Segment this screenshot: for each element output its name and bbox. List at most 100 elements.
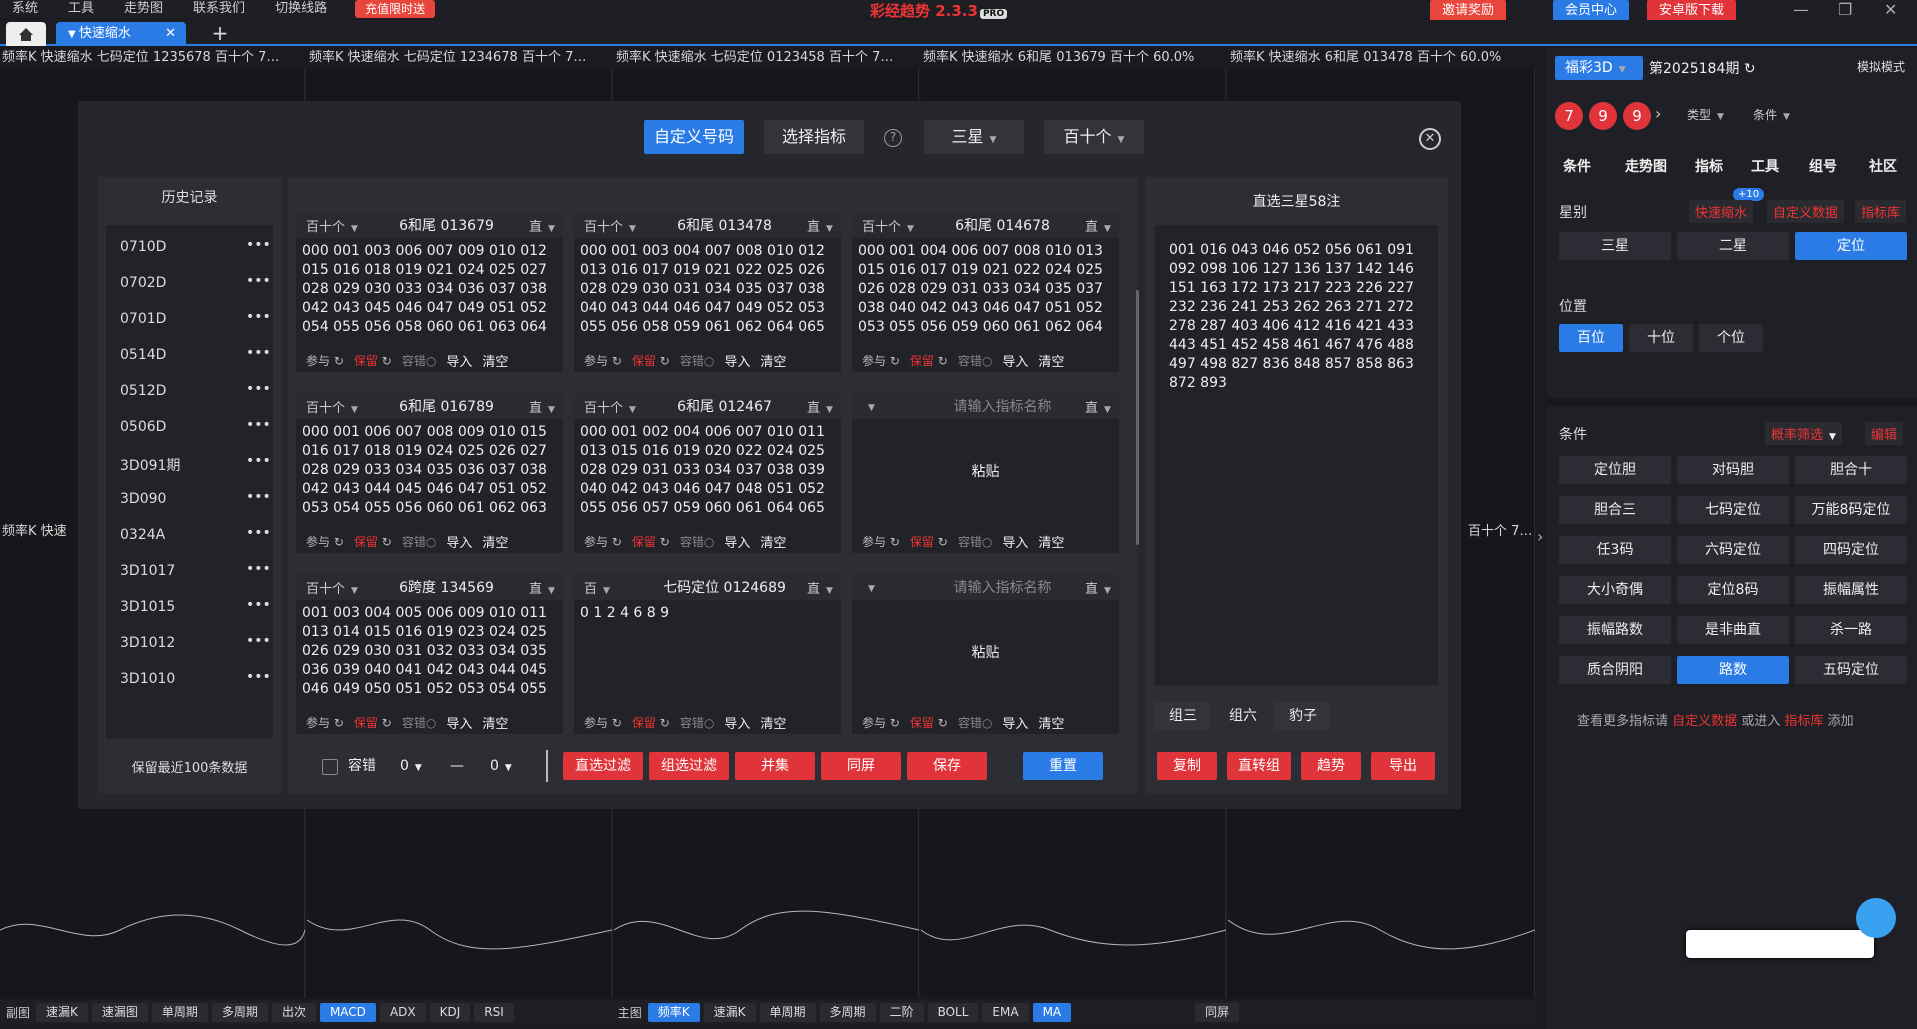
- result-tab-leopard[interactable]: 豹子: [1275, 702, 1331, 730]
- import-button[interactable]: 导入: [446, 351, 472, 370]
- card-indicator-name[interactable]: 七码定位 0124689: [642, 577, 807, 597]
- rp-tab-group[interactable]: 组号: [1809, 156, 1837, 176]
- main-freq-k[interactable]: 频率K: [647, 1002, 700, 1022]
- tab-custom-number[interactable]: 自定义号码: [644, 120, 744, 154]
- paste-button[interactable]: 粘贴: [858, 463, 1113, 482]
- member-center-button[interactable]: 会员中心: [1553, 0, 1630, 22]
- pos-button-units[interactable]: 个位: [1699, 324, 1763, 352]
- cond-btn[interactable]: 七码定位: [1677, 496, 1789, 524]
- more-icon[interactable]: •••: [246, 381, 271, 397]
- link-quick-shrink[interactable]: 快速缩水: [1689, 200, 1754, 223]
- cond-btn[interactable]: 定位胆: [1559, 456, 1671, 484]
- tab-select-indicator[interactable]: 选择指标: [764, 120, 864, 154]
- cond-btn[interactable]: 万能8码定位: [1795, 496, 1907, 524]
- cond-btn[interactable]: 质合阴阳: [1559, 656, 1671, 684]
- participate-toggle[interactable]: 参与 ↻: [862, 714, 900, 731]
- more-icon[interactable]: •••: [246, 597, 271, 613]
- card-indicator-name[interactable]: 6和尾 014678: [920, 215, 1085, 235]
- cond-btn[interactable]: 振幅路数: [1559, 616, 1671, 644]
- save-button[interactable]: 保存: [907, 752, 987, 780]
- history-item[interactable]: 0324A: [120, 527, 165, 543]
- refresh-icon[interactable]: ↻: [1744, 61, 1756, 77]
- cond-btn[interactable]: 是非曲直: [1677, 616, 1789, 644]
- history-item[interactable]: 3D090: [120, 491, 166, 507]
- clear-button[interactable]: 清空: [1038, 351, 1064, 370]
- participate-toggle[interactable]: 参与 ↻: [584, 533, 622, 550]
- promo-button[interactable]: 充值限时送: [355, 0, 436, 18]
- result-tab-group6[interactable]: 组六: [1215, 702, 1271, 730]
- import-button[interactable]: 导入: [1002, 713, 1028, 732]
- history-item[interactable]: 3D1010: [120, 671, 175, 687]
- menu-system[interactable]: 系统: [12, 0, 38, 18]
- rp-tab-indicator[interactable]: 指标: [1695, 156, 1723, 176]
- cond-btn[interactable]: 大小奇偶: [1559, 576, 1671, 604]
- card-indicator-name[interactable]: 6和尾 013478: [642, 215, 807, 235]
- star-select[interactable]: 三星 ▼: [924, 120, 1024, 154]
- history-item[interactable]: 3D091期: [120, 455, 180, 475]
- participate-toggle[interactable]: 参与 ↻: [862, 352, 900, 369]
- import-button[interactable]: 导入: [446, 713, 472, 732]
- menu-tools[interactable]: 工具: [68, 0, 94, 18]
- tolerance-toggle[interactable]: 容错○: [958, 714, 993, 731]
- sub-multi-period[interactable]: 多周期: [211, 1002, 268, 1022]
- star-button-position[interactable]: 定位: [1795, 232, 1907, 260]
- history-item[interactable]: 0701D: [120, 311, 166, 327]
- keep-toggle[interactable]: 保留 ↻: [632, 352, 670, 369]
- type-select[interactable]: 类型 ▼: [1687, 106, 1724, 123]
- edit-button[interactable]: 编辑: [1865, 422, 1904, 445]
- card-mode-select[interactable]: 直 ▼: [1085, 578, 1119, 597]
- restore-icon[interactable]: ❐: [1838, 0, 1852, 19]
- position-select[interactable]: 百十个 ▼: [1044, 120, 1144, 154]
- card-indicator-name[interactable]: 6和尾 013679: [364, 215, 529, 235]
- group-filter-button[interactable]: 组选过滤: [649, 752, 729, 780]
- main-boll[interactable]: BOLL: [927, 1002, 979, 1022]
- main-single-period[interactable]: 单周期: [759, 1002, 816, 1022]
- history-item[interactable]: 0512D: [120, 383, 166, 399]
- sub-kdj[interactable]: KDJ: [429, 1002, 471, 1022]
- history-item[interactable]: 0506D: [120, 419, 166, 435]
- card-position-select[interactable]: ▼: [852, 580, 920, 595]
- import-button[interactable]: 导入: [724, 351, 750, 370]
- history-item[interactable]: 0710D: [120, 239, 166, 255]
- card-position-select[interactable]: 百十个 ▼: [574, 397, 642, 416]
- card-position-select[interactable]: 百十个 ▼: [296, 397, 364, 416]
- trend-button[interactable]: 趋势: [1301, 752, 1361, 780]
- chevron-right-icon[interactable]: ›: [1655, 104, 1661, 123]
- sub-macd[interactable]: MACD: [319, 1002, 376, 1022]
- expand-arrow-icon[interactable]: ›: [1537, 527, 1543, 546]
- cond-btn[interactable]: 胆合十: [1795, 456, 1907, 484]
- card-mode-select[interactable]: 直 ▼: [1085, 397, 1119, 416]
- home-tab[interactable]: [6, 22, 46, 46]
- more-icon[interactable]: •••: [246, 561, 271, 577]
- minimize-icon[interactable]: —: [1793, 0, 1809, 19]
- export-button[interactable]: 导出: [1371, 752, 1435, 780]
- pos-button-tens[interactable]: 十位: [1629, 324, 1693, 352]
- cond-btn[interactable]: 胆合三: [1559, 496, 1671, 524]
- tolerance-toggle[interactable]: 容错○: [402, 533, 437, 550]
- import-button[interactable]: 导入: [1002, 532, 1028, 551]
- tab-quick-shrink[interactable]: ▼ 快速缩水 ✕: [56, 22, 186, 46]
- copy-button[interactable]: 复制: [1157, 752, 1217, 780]
- participate-toggle[interactable]: 参与 ↻: [306, 533, 344, 550]
- card-position-select[interactable]: 百十个 ▼: [296, 216, 364, 235]
- card-position-select[interactable]: 百 ▼: [574, 578, 642, 597]
- menu-contact[interactable]: 联系我们: [193, 0, 245, 18]
- keep-toggle[interactable]: 保留 ↻: [632, 714, 670, 731]
- menu-switch-line[interactable]: 切换线路: [275, 0, 327, 18]
- history-item[interactable]: 3D1017: [120, 563, 175, 579]
- card-mode-select[interactable]: 直 ▼: [529, 216, 563, 235]
- card-indicator-name[interactable]: 请输入指标名称: [920, 577, 1085, 597]
- more-icon[interactable]: •••: [246, 309, 271, 325]
- pos-button-hundreds[interactable]: 百位: [1559, 324, 1623, 352]
- card-position-select[interactable]: 百十个 ▼: [852, 216, 920, 235]
- more-icon[interactable]: •••: [246, 489, 271, 505]
- help-icon[interactable]: ?: [884, 129, 902, 147]
- card-mode-select[interactable]: 直 ▼: [1085, 216, 1119, 235]
- tolerance-toggle[interactable]: 容错○: [402, 714, 437, 731]
- cond-btn[interactable]: 五码定位: [1795, 656, 1907, 684]
- card-mode-select[interactable]: 直 ▼: [529, 578, 563, 597]
- clear-button[interactable]: 清空: [482, 351, 508, 370]
- tolerance-toggle[interactable]: 容错○: [680, 352, 715, 369]
- sub-speed-k[interactable]: 速漏K: [36, 1002, 88, 1022]
- tab-close-icon[interactable]: ✕: [165, 22, 176, 46]
